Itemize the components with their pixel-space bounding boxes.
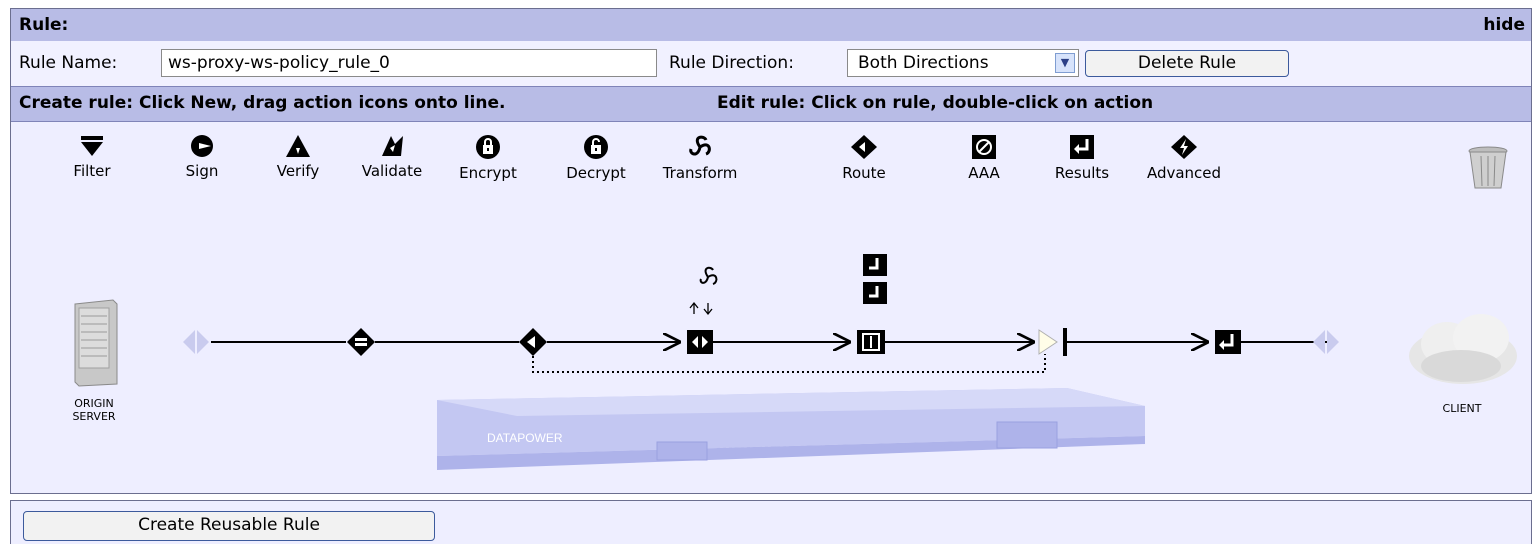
create-instructions: Create rule: Click New, drag action icon… — [19, 93, 506, 113]
rule-name-input[interactable] — [161, 49, 657, 77]
origin-label-line-2: SERVER — [72, 410, 116, 423]
palette-encrypt-label: Encrypt — [459, 164, 517, 182]
palette-route-label: Route — [842, 164, 886, 182]
edit-instructions: Edit rule: Click on rule, double-click o… — [717, 93, 1154, 113]
palette-aaa-label: AAA — [968, 164, 1000, 182]
chevron-down-icon[interactable]: ▼ — [1055, 53, 1075, 73]
palette-decrypt[interactable]: Decrypt — [551, 134, 641, 182]
rule-direction-value: Both Directions — [858, 53, 989, 73]
delete-rule-button[interactable]: Delete Rule — [1085, 50, 1289, 77]
palette-filter[interactable]: Filter — [47, 134, 137, 180]
transform-icon — [689, 135, 711, 156]
client-label: CLIENT — [1442, 402, 1482, 415]
palette-verify[interactable]: Verify — [253, 134, 343, 180]
origin-label-line-1: ORIGIN — [74, 397, 114, 410]
palette-encrypt[interactable]: Encrypt — [443, 134, 533, 182]
branch-marker-icon — [1038, 328, 1067, 356]
palette-transform-label: Transform — [662, 164, 738, 182]
fetch-action-icon[interactable] — [857, 330, 885, 354]
sign-icon — [191, 135, 213, 157]
origin-server-label: ORIGIN SERVER — [49, 397, 139, 423]
encrypt-icon — [476, 135, 500, 159]
hide-link[interactable]: hide — [1483, 15, 1525, 35]
transform-inline-icon — [699, 266, 718, 285]
dotted-branch-line — [532, 354, 1046, 373]
match-action-icon[interactable] — [347, 328, 375, 356]
palette-advanced[interactable]: Advanced — [1139, 134, 1229, 182]
appliance-brand-text: DATAPOWER — [487, 431, 563, 445]
footer-bar: Create Reusable Rule — [10, 500, 1532, 544]
route-icon — [851, 135, 877, 159]
left-endpoint-icon — [183, 330, 209, 354]
results-stack-icon — [863, 254, 887, 304]
results-action-icon[interactable] — [1215, 330, 1241, 354]
panel-title: Rule: — [19, 15, 69, 35]
rule-canvas: Filter Sign Verify Validate Encrypt Decr… — [11, 122, 1531, 493]
rule-name-row: Rule Name: Rule Direction: Both Directio… — [11, 41, 1531, 87]
client-cloud-icon — [1409, 314, 1517, 384]
advanced-icon — [1171, 135, 1197, 159]
rule-title-bar: Rule: hide — [11, 9, 1531, 42]
create-reusable-rule-button[interactable]: Create Reusable Rule — [23, 511, 435, 541]
palette-validate[interactable]: Validate — [347, 134, 437, 180]
palette-advanced-label: Advanced — [1146, 164, 1222, 182]
verify-icon — [286, 135, 310, 157]
route-action-icon[interactable] — [519, 328, 547, 356]
palette-decrypt-label: Decrypt — [566, 164, 626, 182]
instructions-bar: Create rule: Click New, drag action icon… — [11, 87, 1531, 122]
palette-filter-label: Filter — [73, 162, 111, 180]
palette-transform[interactable]: Transform — [655, 134, 745, 182]
palette-aaa[interactable]: AAA — [939, 134, 1029, 182]
palette-validate-label: Validate — [361, 162, 423, 180]
filter-icon — [81, 136, 103, 156]
palette-route[interactable]: Route — [819, 134, 909, 182]
decrypt-icon — [584, 135, 608, 159]
direction-arrows-icon — [689, 301, 713, 316]
aaa-icon — [972, 135, 996, 159]
rule-direction-select[interactable]: Both Directions ▼ — [847, 49, 1079, 77]
trash-icon[interactable] — [1467, 146, 1509, 190]
palette-results-label: Results — [1054, 164, 1110, 182]
datapower-appliance-image: DATAPOWER — [437, 388, 1145, 470]
palette-results[interactable]: Results — [1037, 134, 1127, 182]
results-icon — [1070, 135, 1094, 159]
palette-sign-label: Sign — [185, 162, 219, 180]
origin-server-icon — [74, 299, 118, 387]
validate-icon — [382, 136, 403, 156]
transform-action-icon[interactable] — [687, 330, 713, 354]
rule-name-label: Rule Name: — [19, 53, 118, 73]
palette-sign[interactable]: Sign — [157, 134, 247, 180]
palette-verify-label: Verify — [276, 162, 320, 180]
rule-processing-line — [183, 254, 1339, 373]
rule-panel: Rule: hide Rule Name: Rule Direction: Bo… — [10, 8, 1532, 494]
rule-direction-label: Rule Direction: — [669, 53, 794, 73]
